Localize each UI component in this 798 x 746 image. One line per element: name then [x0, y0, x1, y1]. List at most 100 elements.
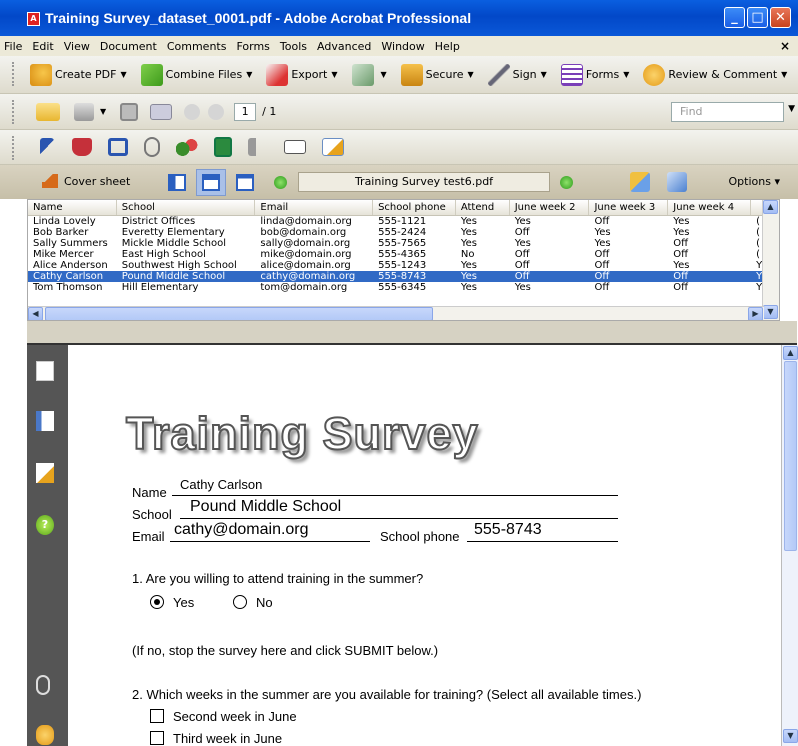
- menu-comments[interactable]: Comments: [167, 40, 227, 53]
- menu-file[interactable]: File: [4, 40, 22, 53]
- files-icon[interactable]: [630, 172, 650, 192]
- school-field[interactable]: Pound Middle School: [190, 498, 341, 516]
- scroll-left-icon[interactable]: ◀: [28, 307, 43, 320]
- crop-icon[interactable]: [108, 138, 128, 156]
- signatures-icon[interactable]: [36, 463, 54, 483]
- edit-form-icon[interactable]: [322, 138, 344, 156]
- find-input[interactable]: Find: [671, 102, 784, 122]
- table-cell: Off: [514, 271, 530, 282]
- email-field[interactable]: cathy@domain.org: [174, 521, 309, 539]
- pages-icon[interactable]: [36, 361, 54, 381]
- maximize-button[interactable]: □: [747, 7, 768, 28]
- table-cell: Southwest High School: [121, 260, 237, 271]
- menu-edit[interactable]: Edit: [32, 40, 53, 53]
- table-row[interactable]: Cathy Carlson Pound Middle School cathy@do…: [28, 271, 779, 282]
- text-field-icon[interactable]: [284, 140, 306, 154]
- next-page-icon[interactable]: [208, 103, 225, 120]
- email-label: Email: [132, 529, 165, 544]
- table-row[interactable]: Sally Summers Mickle Middle School sally@d…: [28, 238, 779, 249]
- home-icon: [42, 174, 58, 188]
- document-scrollbar[interactable]: ▲ ▼: [781, 345, 798, 746]
- table-row[interactable]: Tom Thomson Hill Elementary tom@domain.org…: [28, 282, 779, 293]
- attachments-icon[interactable]: [36, 675, 50, 695]
- create-pdf-button[interactable]: Create PDF ▼: [30, 63, 127, 86]
- find-dropdown-icon[interactable]: ▼: [788, 104, 795, 114]
- previous-file-icon[interactable]: [274, 176, 287, 189]
- scroll-down-icon[interactable]: ▼: [763, 305, 778, 319]
- open-folder-icon[interactable]: [36, 102, 60, 121]
- options-menu[interactable]: Options ▾: [729, 175, 780, 188]
- table-row[interactable]: Bob Barker Everetty Elementary bob@domain.…: [28, 227, 779, 238]
- q1-no-radio[interactable]: [233, 595, 247, 609]
- column-header[interactable]: Attend: [456, 200, 510, 215]
- menu-advanced[interactable]: Advanced: [317, 40, 371, 53]
- forms-button[interactable]: Forms ▼: [560, 63, 629, 86]
- menu-forms[interactable]: Forms: [236, 40, 269, 53]
- export-data-icon[interactable]: [667, 172, 687, 192]
- minimize-button[interactable]: _: [724, 7, 745, 28]
- tasks-toolbar: Create PDF ▼ Combine Files ▼ Export ▼ ▼ Sec…: [0, 56, 798, 94]
- column-header[interactable]: School phone: [373, 200, 456, 215]
- page-number-input[interactable]: 1: [234, 102, 257, 121]
- select-arrow-icon[interactable]: [40, 138, 54, 156]
- table-row[interactable]: Mike Mercer East High School mike@domain.o…: [28, 249, 779, 260]
- menu-window[interactable]: Window: [381, 40, 424, 53]
- menu-tools[interactable]: Tools: [280, 40, 307, 53]
- hand-tool-icon[interactable]: [72, 138, 92, 156]
- document-close-icon[interactable]: ×: [780, 39, 790, 53]
- scroll-right-icon[interactable]: ▶: [748, 307, 763, 320]
- attach-icon[interactable]: [144, 137, 160, 157]
- menu-bar: File Edit View Document Comments Forms T…: [0, 36, 798, 56]
- horizontal-scroll-thumb[interactable]: [45, 307, 433, 320]
- table-row[interactable]: Linda Lovely District Offices linda@domain…: [28, 216, 779, 227]
- q2-week2-checkbox[interactable]: [150, 709, 164, 723]
- column-header[interactable]: School: [117, 200, 256, 215]
- layout-icon-3[interactable]: [236, 174, 254, 191]
- column-header[interactable]: Email: [255, 200, 374, 215]
- export-button[interactable]: Export ▼: [266, 63, 338, 86]
- help-icon[interactable]: ?: [36, 515, 54, 535]
- doc-scroll-up-icon[interactable]: ▲: [783, 346, 798, 360]
- list-vertical-scrollbar[interactable]: ▲ ▼: [762, 200, 779, 320]
- menu-view[interactable]: View: [64, 40, 90, 53]
- email-icon[interactable]: [150, 103, 173, 120]
- toolbar-grip[interactable]: [12, 136, 16, 160]
- name-field[interactable]: Cathy Carlson: [180, 477, 262, 492]
- sound-icon[interactable]: [248, 138, 268, 156]
- scan-button[interactable]: ▼: [351, 63, 387, 86]
- column-header[interactable]: June week 3: [589, 200, 669, 215]
- column-header[interactable]: June week 4: [668, 200, 752, 215]
- q2-week3-checkbox[interactable]: [150, 731, 164, 745]
- column-header[interactable]: June week 2: [510, 200, 590, 215]
- q1-yes-radio[interactable]: [150, 595, 164, 609]
- review-comment-button[interactable]: Review & Comment ▼: [643, 63, 787, 86]
- table-row[interactable]: Alice Anderson Southwest High School alice…: [28, 260, 779, 271]
- film-icon[interactable]: [214, 137, 232, 157]
- phone-field[interactable]: 555-8743: [474, 521, 542, 539]
- close-button[interactable]: ✕: [770, 7, 791, 28]
- doc-scroll-down-icon[interactable]: ▼: [783, 729, 798, 743]
- sign-button[interactable]: Sign ▼: [487, 63, 547, 86]
- save-icon[interactable]: [120, 102, 139, 121]
- print-icon[interactable]: [74, 102, 94, 121]
- table-cell: Mike Mercer: [33, 249, 94, 260]
- previous-page-icon[interactable]: [184, 103, 201, 120]
- next-file-icon[interactable]: [560, 176, 573, 189]
- menu-help[interactable]: Help: [435, 40, 460, 53]
- cover-sheet-button[interactable]: Cover sheet: [42, 174, 130, 188]
- shapes-icon[interactable]: [176, 137, 198, 157]
- toolbar-grip[interactable]: [12, 100, 16, 124]
- pane-splitter[interactable]: [27, 321, 797, 345]
- column-header[interactable]: Name: [28, 200, 117, 215]
- layout-icon-1[interactable]: [168, 174, 186, 191]
- toolbar-grip[interactable]: [12, 62, 16, 86]
- table-cell: Yes: [460, 216, 478, 227]
- bookmarks-icon[interactable]: [36, 411, 54, 431]
- secure-button[interactable]: Secure ▼: [400, 63, 474, 86]
- menu-document[interactable]: Document: [100, 40, 157, 53]
- list-horizontal-scrollbar[interactable]: ◀ ▶: [28, 306, 764, 320]
- scroll-up-icon[interactable]: ▲: [763, 200, 778, 214]
- doc-scroll-thumb[interactable]: [784, 361, 797, 551]
- combine-files-button[interactable]: Combine Files ▼: [140, 63, 252, 86]
- comments-icon[interactable]: [36, 725, 54, 745]
